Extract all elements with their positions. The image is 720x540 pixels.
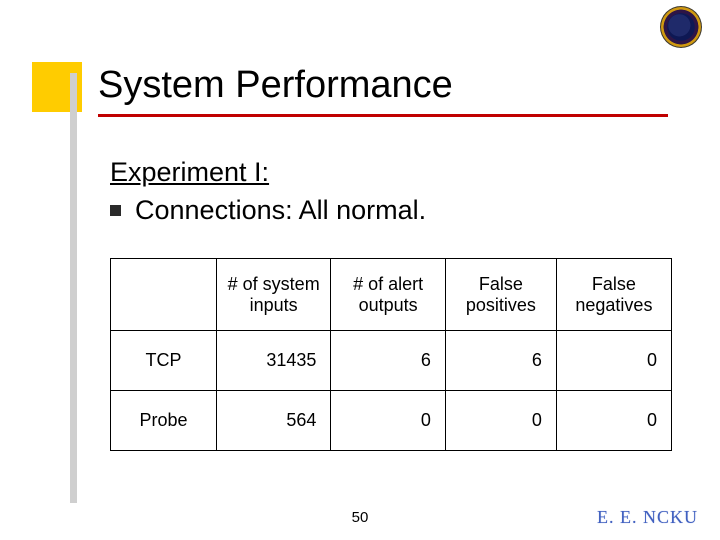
cell-fp: 6 [445, 331, 556, 391]
cell-alerts: 6 [331, 331, 445, 391]
row-label: Probe [111, 391, 217, 451]
cell-fn: 0 [556, 331, 671, 391]
experiment-subtitle: Experiment I: [110, 157, 269, 188]
bullet-text: Connections: All normal. [135, 195, 426, 226]
table-header-fp: False positives [445, 259, 556, 331]
cell-fp: 0 [445, 391, 556, 451]
cell-alerts: 0 [331, 391, 445, 451]
table-header-alerts: # of alert outputs [331, 259, 445, 331]
slide-title: System Performance [98, 64, 453, 107]
table-row: TCP 31435 6 6 0 [111, 331, 672, 391]
table-row: Probe 564 0 0 0 [111, 391, 672, 451]
table-header-inputs: # of system inputs [216, 259, 330, 331]
table-header-row: # of system inputs # of alert outputs Fa… [111, 259, 672, 331]
bullet-row: Connections: All normal. [110, 195, 426, 226]
table-header-blank [111, 259, 217, 331]
slide-logo [660, 6, 702, 48]
cell-inputs: 564 [216, 391, 330, 451]
footer-brand: E. E. NCKU [597, 507, 698, 528]
results-table: # of system inputs # of alert outputs Fa… [110, 258, 672, 451]
cell-fn: 0 [556, 391, 671, 451]
row-label: TCP [111, 331, 217, 391]
square-bullet-icon [110, 205, 121, 216]
table-header-fn: False negatives [556, 259, 671, 331]
left-stripe [70, 73, 77, 503]
cell-inputs: 31435 [216, 331, 330, 391]
title-underline [98, 114, 668, 117]
